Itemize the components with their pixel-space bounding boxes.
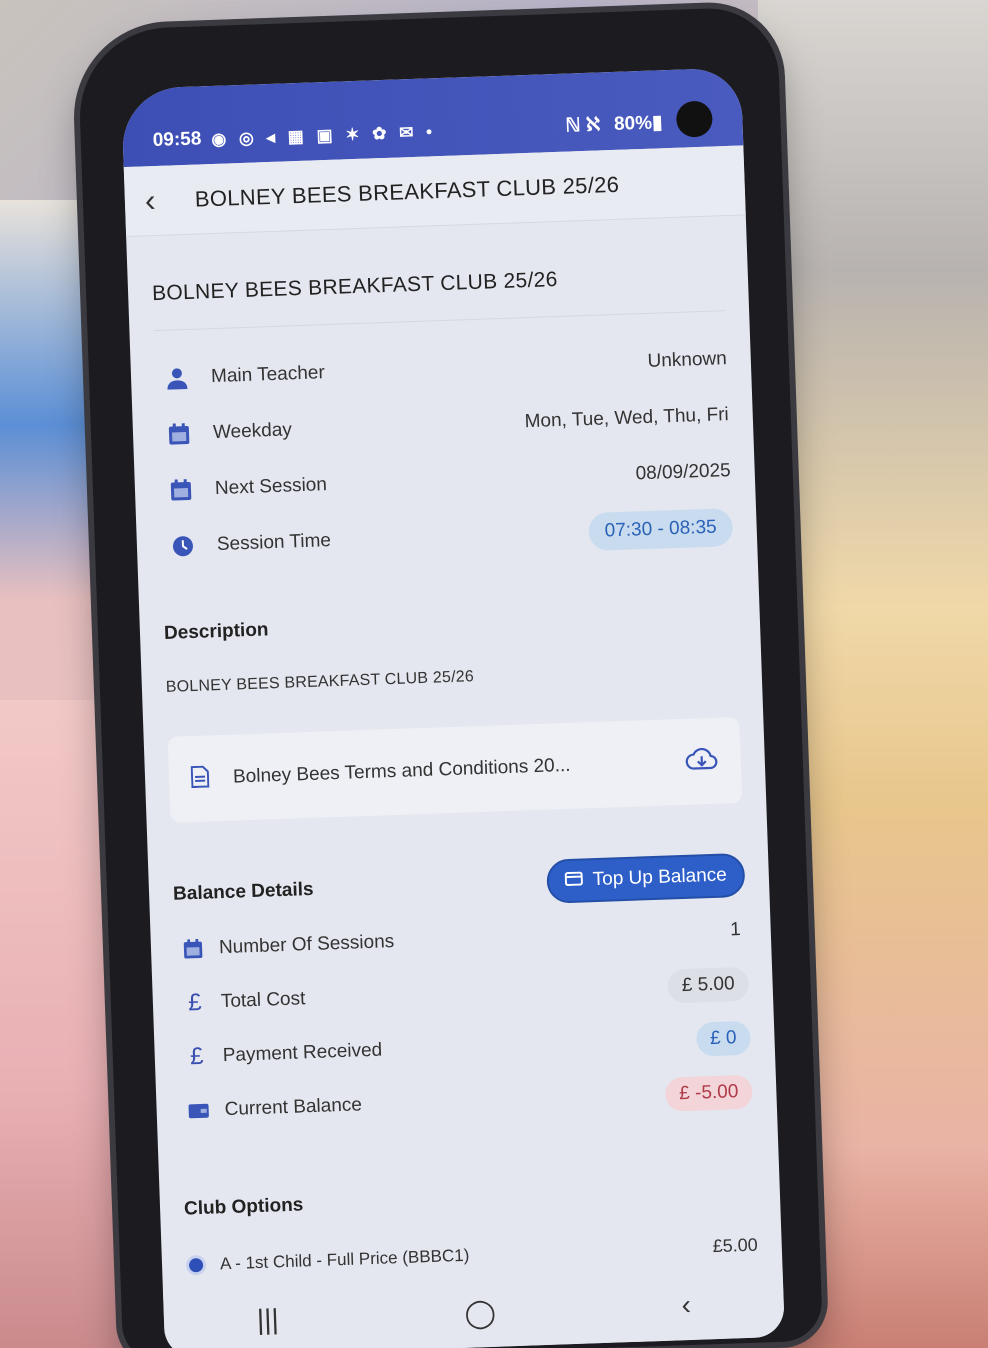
current-balance-pill: £ -5.00 bbox=[664, 1074, 753, 1112]
pound-icon: £ bbox=[189, 1042, 204, 1071]
detail-value: Unknown bbox=[647, 348, 728, 372]
phone-screen: 09:58 ◉ ◎ ◂ ▦ ▣ ✶ ✿ ✉ • ℕ ℵ 80%▮ ‹ BOLNE… bbox=[120, 67, 785, 1348]
pound-icon: £ bbox=[187, 988, 203, 1017]
description-text: BOLNEY BEES BREAKFAST CLUB 25/26 bbox=[165, 668, 475, 696]
balance-label: Number Of Sessions bbox=[218, 931, 395, 959]
clock-icon bbox=[161, 534, 206, 558]
top-up-label: Top Up Balance bbox=[592, 864, 728, 891]
session-time-pill: 07:30 - 08:35 bbox=[588, 508, 734, 552]
top-up-balance-button[interactable]: Top Up Balance bbox=[545, 852, 746, 904]
camera-cutout bbox=[675, 100, 713, 138]
document-icon bbox=[190, 765, 210, 793]
payment-received-pill: £ 0 bbox=[695, 1020, 752, 1057]
detail-label: Next Session bbox=[214, 474, 328, 500]
club-details: Main Teacher Unknown Weekday Mon, Tue, W… bbox=[153, 311, 734, 575]
notification-icons: ◉ ◎ ◂ ▦ ▣ ✶ ✿ ✉ • bbox=[211, 122, 437, 149]
balance-label: Total Cost bbox=[220, 988, 306, 1013]
total-cost-pill: £ 5.00 bbox=[667, 966, 750, 1004]
system-nav-bar: ||| ◯ ‹ bbox=[162, 1266, 785, 1348]
detail-value: Mon, Tue, Wed, Thu, Fri bbox=[524, 404, 730, 433]
balance-details: Number Of Sessions 1 £ Total Cost £ 5.00… bbox=[174, 903, 753, 1139]
description-heading: Description bbox=[163, 619, 269, 644]
club-options-heading: Club Options bbox=[183, 1194, 304, 1220]
balance-label: Current Balance bbox=[224, 1094, 363, 1121]
club-option-price: £5.00 bbox=[712, 1234, 759, 1257]
terms-document[interactable]: Bolney Bees Terms and Conditions 20... bbox=[167, 716, 743, 823]
detail-label: Session Time bbox=[216, 530, 332, 556]
document-name: Bolney Bees Terms and Conditions 20... bbox=[232, 754, 571, 788]
nav-back-button[interactable]: ‹ bbox=[681, 1289, 691, 1321]
main-content: BOLNEY BEES BREAKFAST CLUB 25/26 Main Te… bbox=[126, 215, 782, 1276]
wallet-icon bbox=[564, 869, 583, 892]
cloud-download-icon[interactable] bbox=[684, 745, 719, 777]
club-option-label: A - 1st Child - Full Price (BBBC1) bbox=[219, 1245, 470, 1273]
phone-frame: 09:58 ◉ ◎ ◂ ▦ ▣ ✶ ✿ ✉ • ℕ ℵ 80%▮ ‹ BOLNE… bbox=[76, 6, 824, 1348]
detail-value: 08/09/2025 bbox=[635, 460, 732, 485]
radio-selected-icon[interactable] bbox=[185, 1254, 207, 1276]
signal-icons: ℕ ℵ bbox=[565, 114, 601, 137]
recent-apps-button[interactable]: ||| bbox=[256, 1303, 279, 1336]
battery-indicator: 80%▮ bbox=[613, 112, 663, 135]
person-icon bbox=[155, 366, 200, 392]
home-button[interactable]: ◯ bbox=[464, 1295, 496, 1329]
page-title: BOLNEY BEES BREAKFAST CLUB 25/26 bbox=[194, 171, 620, 212]
detail-label: Weekday bbox=[212, 419, 293, 444]
status-time: 09:58 bbox=[152, 128, 202, 152]
balance-heading: Balance Details bbox=[172, 878, 314, 905]
calendar-icon bbox=[175, 938, 212, 960]
balance-label: Payment Received bbox=[222, 1039, 383, 1067]
club-option-item[interactable]: A - 1st Child - Full Price (BBBC1) £5.00 bbox=[185, 1234, 759, 1276]
detail-label: Main Teacher bbox=[210, 362, 326, 388]
calendar-icon bbox=[159, 479, 204, 503]
card-icon bbox=[180, 1102, 217, 1119]
calendar-icon bbox=[157, 423, 202, 447]
back-button[interactable]: ‹ bbox=[144, 181, 195, 220]
sessions-count: 1 bbox=[729, 919, 742, 941]
